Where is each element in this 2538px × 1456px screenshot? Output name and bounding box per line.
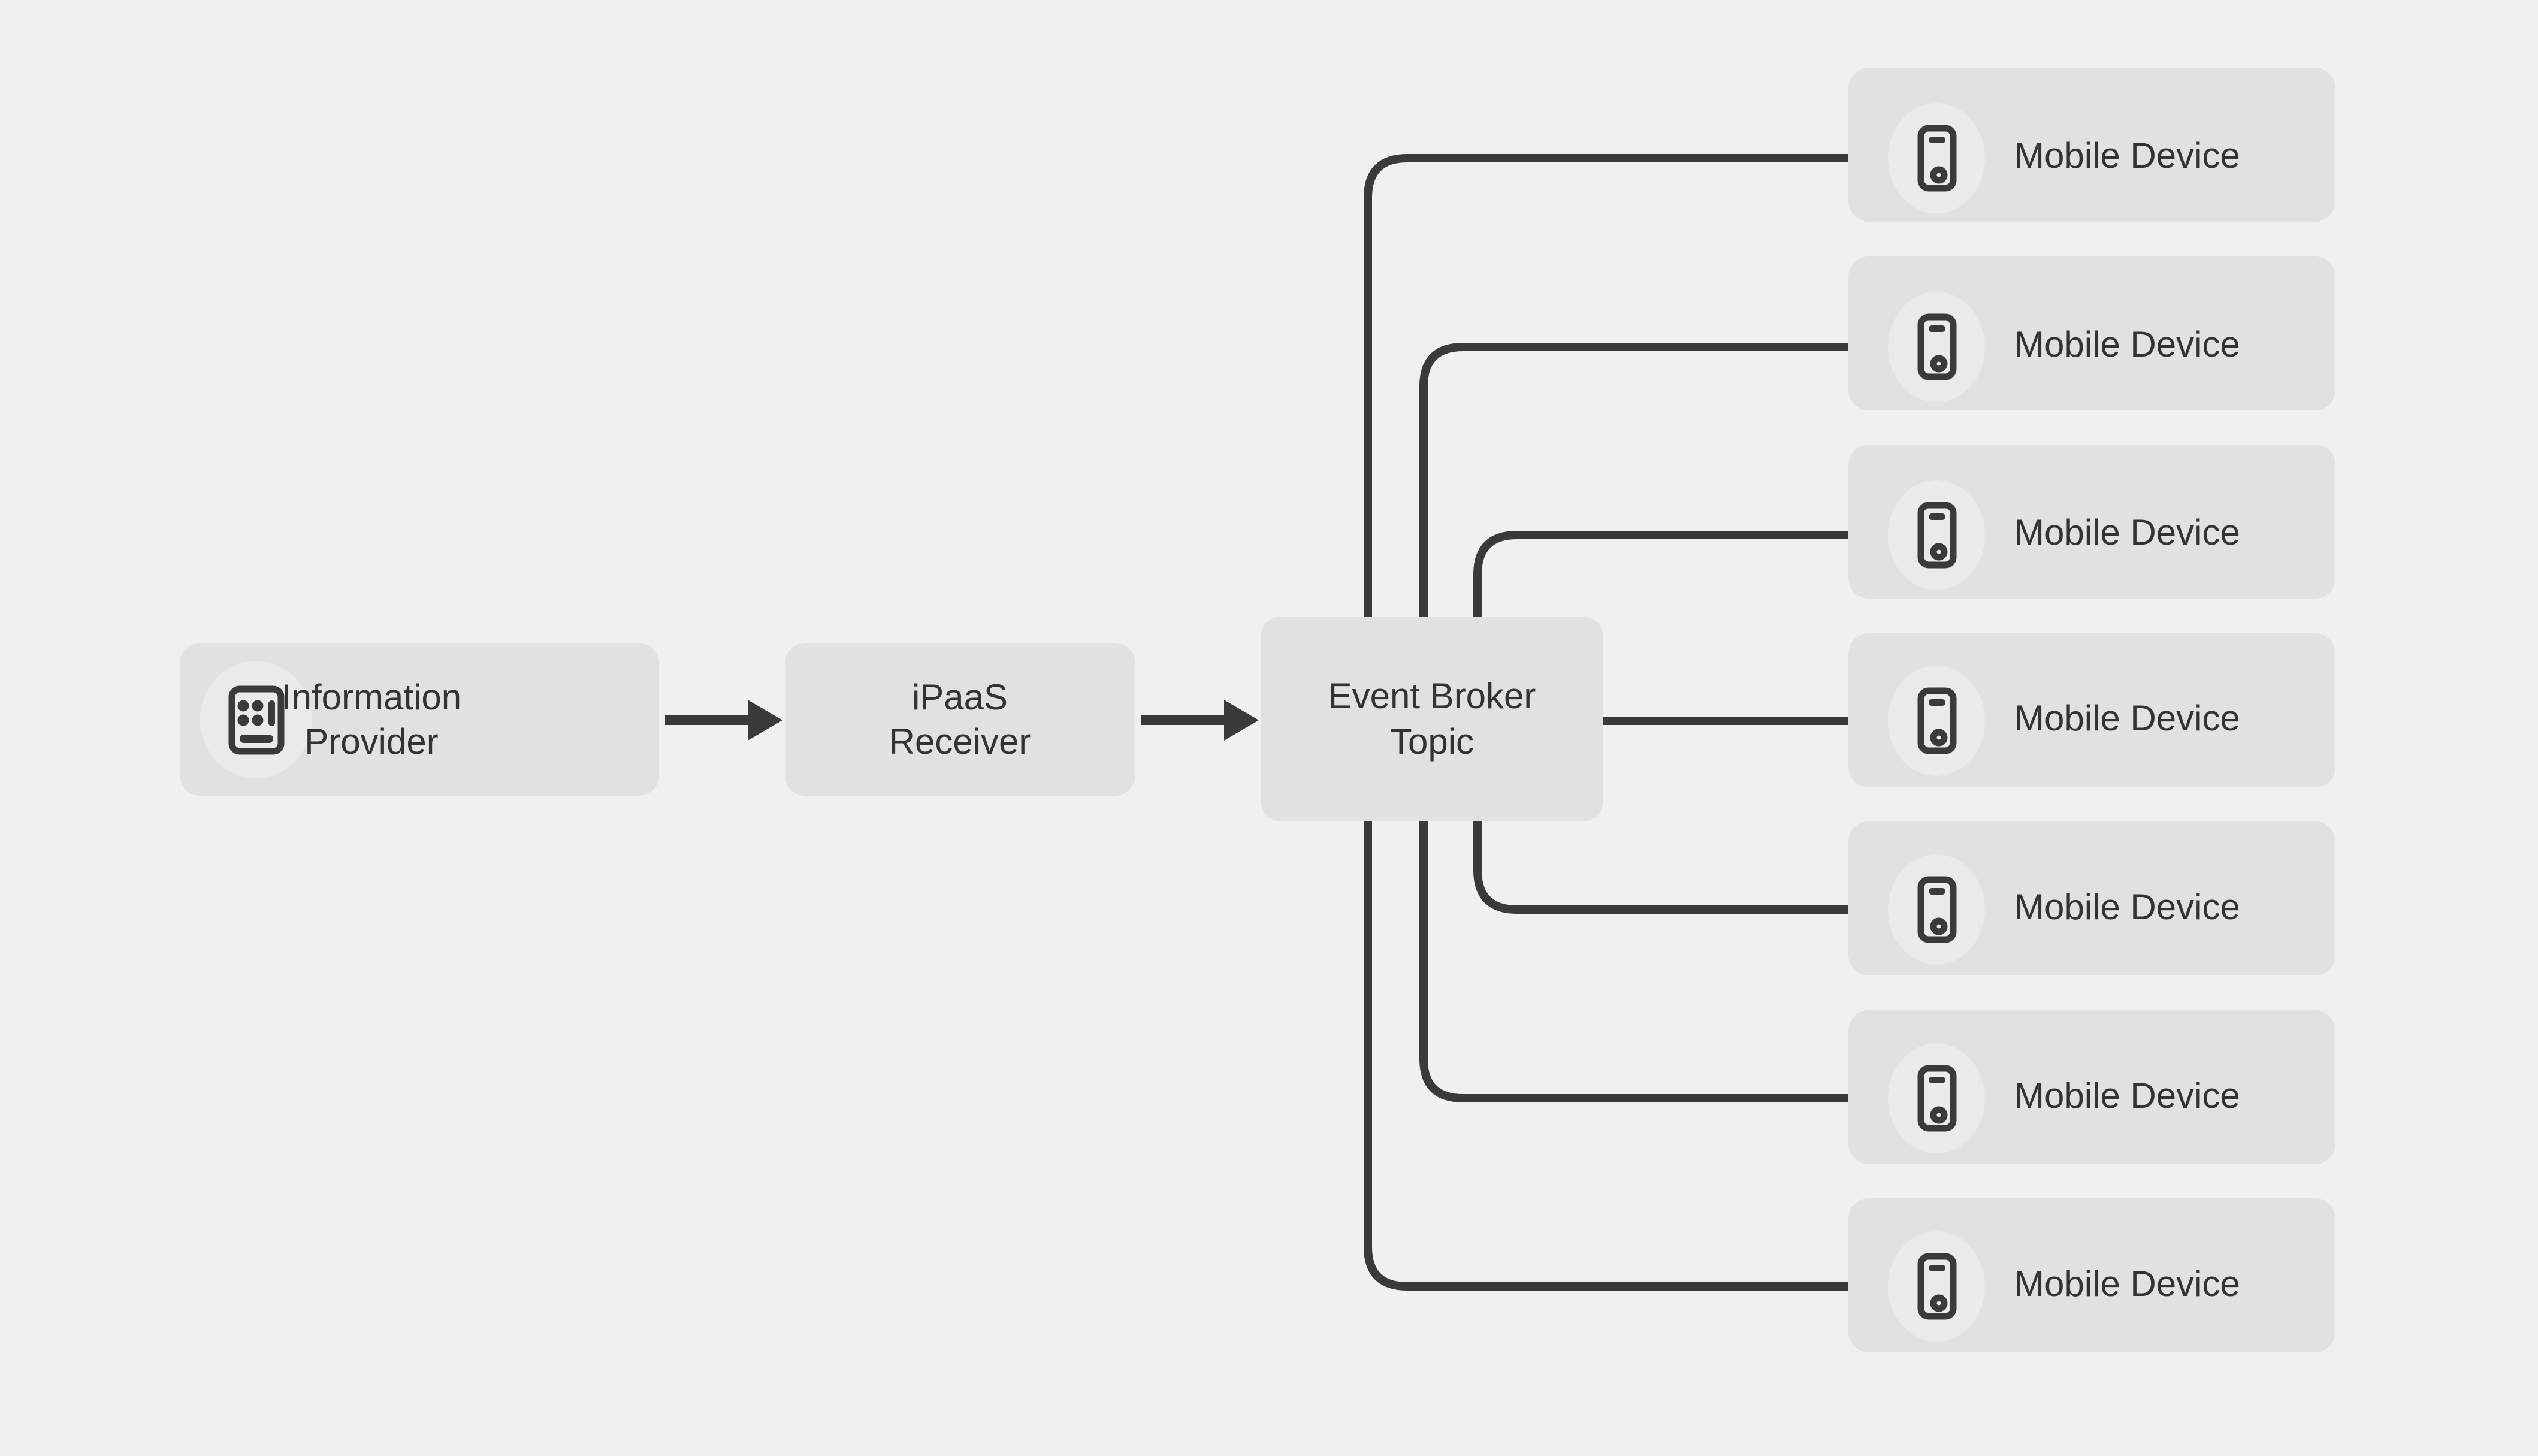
event-broker-topic-box[interactable] [1261, 617, 1603, 821]
icon-badge-circle [1888, 103, 1985, 213]
node-event-broker-topic[interactable]: Event Broker Topic [1261, 617, 1603, 821]
mobile-phone-icon [1888, 103, 1985, 213]
icon-badge-circle [1888, 1231, 1985, 1342]
mobile-device-label: Mobile Device [2014, 324, 2240, 364]
mobile-device-label: Mobile Device [2014, 512, 2240, 552]
icon-badge-circle [1888, 666, 1985, 776]
mobile-phone-icon [1888, 1043, 1985, 1153]
ipaas-receiver-label-line1: iPaaS [912, 677, 1008, 717]
icon-badge-circle [1888, 292, 1985, 402]
node-mobile-device-7[interactable]: Mobile Device [1848, 1198, 2335, 1352]
phone-speaker-slot [1929, 513, 1945, 520]
information-provider-label-line2: Provider [304, 721, 438, 762]
event-broker-topic-label-line1: Event Broker [1328, 676, 1536, 716]
icon-badge-circle [1888, 480, 1985, 590]
keypad-dot-1 [237, 700, 249, 712]
icon-badge-circle [1888, 1043, 1985, 1153]
mobile-device-label: Mobile Device [2014, 135, 2240, 176]
arrow-head [748, 700, 782, 741]
node-mobile-device-3[interactable]: Mobile Device [1848, 445, 2335, 599]
phone-speaker-slot [1929, 888, 1945, 895]
node-mobile-device-2[interactable]: Mobile Device [1848, 256, 2335, 410]
diagram-canvas: Information Provider iPaaS Receiver Even… [0, 0, 2538, 1456]
keypad-vertical-bar [268, 700, 275, 726]
node-mobile-device-5[interactable]: Mobile Device [1848, 821, 2335, 975]
mobile-devices-group: Mobile Device Mobile Device Mobile Devic… [1848, 68, 2335, 1352]
mobile-phone-icon [1888, 480, 1985, 590]
mobile-device-label: Mobile Device [2014, 1076, 2240, 1116]
mobile-device-label: Mobile Device [2014, 1264, 2240, 1304]
keypad-horizontal-bar [240, 735, 273, 743]
mobile-phone-icon [1888, 854, 1985, 965]
phone-speaker-slot [1929, 137, 1945, 143]
node-mobile-device-6[interactable]: Mobile Device [1848, 1010, 2335, 1164]
mobile-device-label: Mobile Device [2014, 887, 2240, 927]
phone-speaker-slot [1929, 325, 1945, 332]
node-mobile-device-4[interactable]: Mobile Device [1848, 633, 2335, 787]
keypad-dot-4 [252, 714, 264, 726]
phone-speaker-slot [1929, 1265, 1945, 1271]
arrow-provider-to-receiver [665, 700, 782, 741]
ipaas-receiver-label-line2: Receiver [889, 721, 1031, 762]
mobile-phone-icon [1888, 292, 1985, 402]
keypad-dot-2 [252, 700, 264, 712]
node-ipaas-receiver[interactable]: iPaaS Receiver [785, 643, 1135, 796]
mobile-phone-icon [1888, 666, 1985, 776]
phone-speaker-slot [1929, 1077, 1945, 1083]
event-broker-topic-label-line2: Topic [1390, 721, 1474, 762]
ipaas-receiver-box[interactable] [785, 643, 1135, 796]
information-provider-label-line1: Information [282, 677, 461, 717]
arrow-receiver-to-broker [1141, 700, 1259, 741]
node-mobile-device-1[interactable]: Mobile Device [1848, 68, 2335, 222]
arrow-head [1224, 700, 1259, 741]
node-information-provider[interactable]: Information Provider [180, 643, 659, 796]
icon-badge-circle [1888, 854, 1985, 965]
mobile-device-label: Mobile Device [2014, 698, 2240, 738]
node-layer: Information Provider iPaaS Receiver Even… [180, 68, 2335, 1352]
keypad-dot-3 [237, 714, 249, 726]
phone-speaker-slot [1929, 699, 1945, 706]
mobile-phone-icon [1888, 1231, 1985, 1342]
